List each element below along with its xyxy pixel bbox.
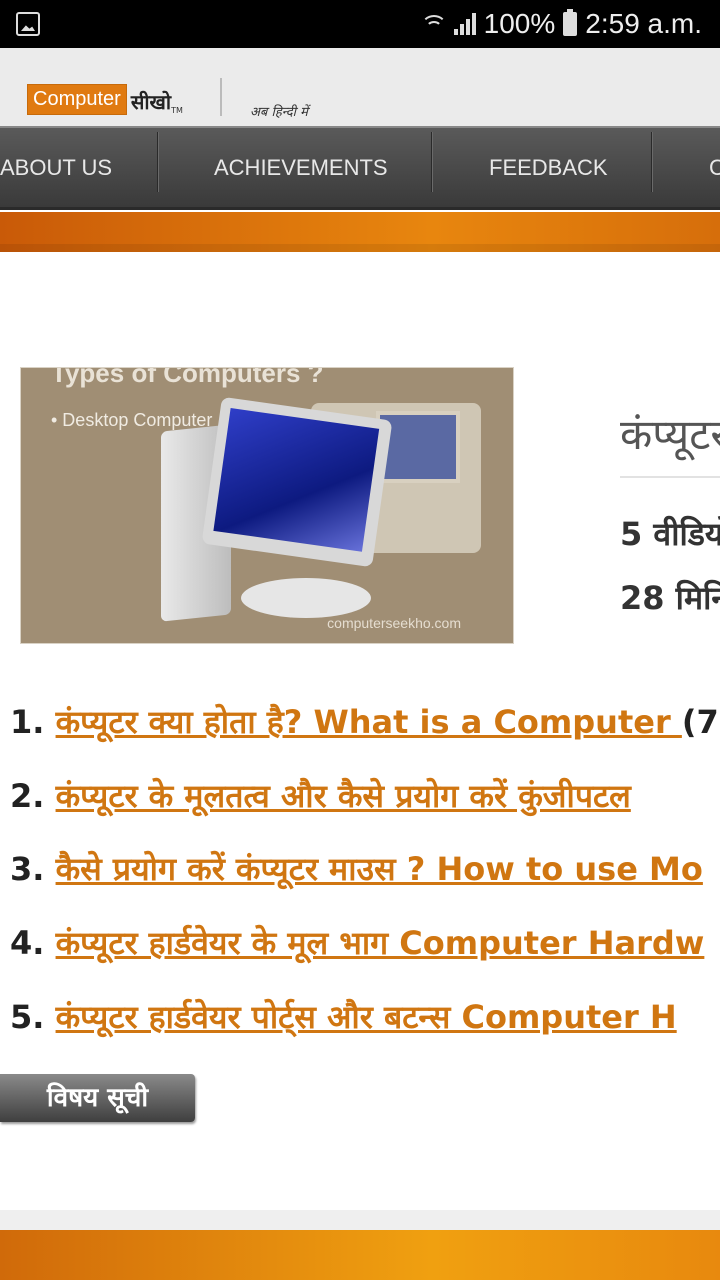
nav-divider (651, 132, 652, 192)
thumbnail-watermark: computerseekho.com (327, 615, 461, 631)
lesson-item: 4. कंप्यूटर हार्डवेयर के मूल भाग Compute… (10, 921, 704, 964)
signal-icon (453, 13, 476, 35)
lesson-item: 2. कंप्यूटर के मूलतत्व और कैसे प्रयोग कर… (10, 774, 631, 817)
logo-trademark: TM (171, 106, 183, 115)
site-logo[interactable]: Computer सीखो TM (27, 84, 183, 115)
lesson-link[interactable]: कंप्यूटर के मूलतत्व और कैसे प्रयोग करें … (56, 777, 631, 815)
course-divider (620, 476, 720, 478)
table-of-contents-button[interactable]: विषय सूची (0, 1074, 195, 1122)
lesson-link[interactable]: कैसे प्रयोग करें कंप्यूटर माउस ? How to … (56, 850, 703, 888)
battery-percent: 100% (483, 8, 556, 39)
logo-divider (220, 78, 222, 116)
footer-divider (0, 1210, 720, 1230)
lesson-item: 1. कंप्यूटर क्या होता है? What is a Comp… (10, 700, 720, 743)
nav-contact-partial[interactable]: C (709, 128, 720, 207)
image-icon (16, 12, 40, 36)
computer-monitor (201, 396, 393, 568)
status-right: 100% 2:59 a.m. (420, 6, 702, 42)
wifi-icon (420, 13, 447, 35)
course-thumbnail[interactable]: Types of Computers ? • Desktop Computer … (20, 367, 514, 644)
battery-icon (563, 9, 578, 36)
nav-feedback[interactable]: FEEDBACK (489, 128, 608, 207)
status-bar: 100% 2:59 a.m. (0, 0, 720, 48)
lesson-number: 5. (10, 998, 45, 1036)
lesson-link[interactable]: कंप्यूटर क्या होता है? What is a Compute… (56, 703, 682, 741)
lesson-item: 3. कैसे प्रयोग करें कंप्यूटर माउस ? How … (10, 847, 703, 890)
lesson-item: 5. कंप्यूटर हार्डवेयर पोर्ट्स और बटन्स C… (10, 995, 677, 1038)
logo-tagline: अब हिन्दी में (250, 105, 308, 120)
lesson-link[interactable]: कंप्यूटर हार्डवेयर के मूल भाग Computer H… (56, 924, 705, 962)
monitor-stand (241, 578, 371, 618)
nav-achievements[interactable]: ACHIEVEMENTS (214, 128, 388, 207)
logo-english: Computer (27, 84, 127, 115)
lesson-number: 1. (10, 703, 45, 741)
logo-hindi: सीखो (130, 90, 172, 114)
thumbnail-title: Types of Computers ? (51, 367, 324, 388)
nav-divider (431, 132, 432, 192)
site-header: Computer सीखो TM अब हिन्दी में (0, 48, 720, 126)
footer-banner (0, 1230, 720, 1280)
course-title: कंप्यूटर (620, 410, 720, 459)
course-video-count: 5 वीडियो (620, 515, 720, 553)
lesson-number: 4. (10, 924, 45, 962)
nav-about-us[interactable]: ABOUT US (0, 128, 112, 207)
course-duration: 28 मिनिट (620, 579, 720, 617)
clock: 2:59 a.m. (585, 8, 702, 39)
nav-divider (157, 132, 158, 192)
main-nav: ABOUT US ACHIEVEMENTS FEEDBACK C (0, 126, 720, 210)
lesson-number: 3. (10, 850, 45, 888)
orange-banner (0, 212, 720, 252)
lesson-link[interactable]: कंप्यूटर हार्डवेयर पोर्ट्स और बटन्स Comp… (56, 998, 677, 1036)
lesson-number: 2. (10, 777, 45, 815)
lesson-duration: (7:0 (681, 703, 720, 741)
